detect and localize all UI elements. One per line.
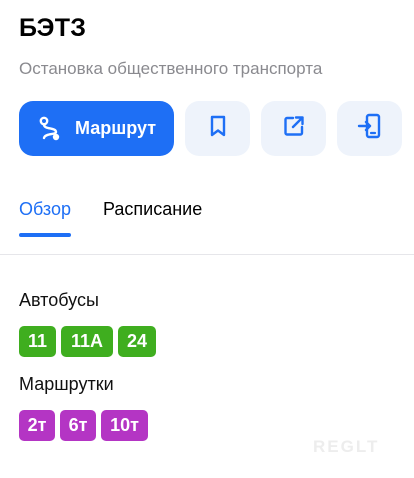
bus-routes: 11 11А 24 bbox=[19, 326, 156, 357]
minibus-route-chip[interactable]: 6т bbox=[60, 410, 96, 441]
tab-overview[interactable]: Обзор bbox=[19, 199, 71, 237]
send-to-phone-button[interactable] bbox=[337, 101, 402, 156]
active-tab-indicator bbox=[19, 233, 71, 237]
bus-route-chip[interactable]: 24 bbox=[118, 326, 156, 357]
tab-schedule[interactable]: Расписание bbox=[103, 199, 202, 234]
bookmark-button[interactable] bbox=[185, 101, 250, 156]
route-icon bbox=[37, 115, 63, 143]
stop-subtitle: Остановка общественного транспорта bbox=[19, 59, 323, 78]
share-icon bbox=[282, 114, 306, 143]
divider bbox=[0, 254, 414, 255]
route-button[interactable]: Маршрут bbox=[19, 101, 174, 156]
share-button[interactable] bbox=[261, 101, 326, 156]
route-button-label: Маршрут bbox=[74, 118, 157, 138]
stop-title: БЭТЗ bbox=[19, 14, 87, 42]
tab-bar: Обзор Расписание bbox=[19, 199, 202, 237]
tab-overview-label: Обзор bbox=[19, 199, 71, 219]
send-to-phone-icon bbox=[357, 112, 383, 145]
watermark: REGLT bbox=[313, 437, 380, 456]
minibuses-label: Маршрутки bbox=[19, 374, 114, 394]
bus-route-chip[interactable]: 11 bbox=[19, 326, 56, 357]
bus-route-chip[interactable]: 11А bbox=[61, 326, 113, 357]
action-bar: Маршрут bbox=[19, 101, 402, 156]
minibus-routes: 2т 6т 10т bbox=[19, 410, 148, 441]
minibus-route-chip[interactable]: 10т bbox=[101, 410, 148, 441]
buses-label: Автобусы bbox=[19, 290, 99, 310]
minibus-route-chip[interactable]: 2т bbox=[19, 410, 55, 441]
bookmark-icon bbox=[207, 114, 229, 143]
tab-schedule-label: Расписание bbox=[103, 199, 203, 219]
